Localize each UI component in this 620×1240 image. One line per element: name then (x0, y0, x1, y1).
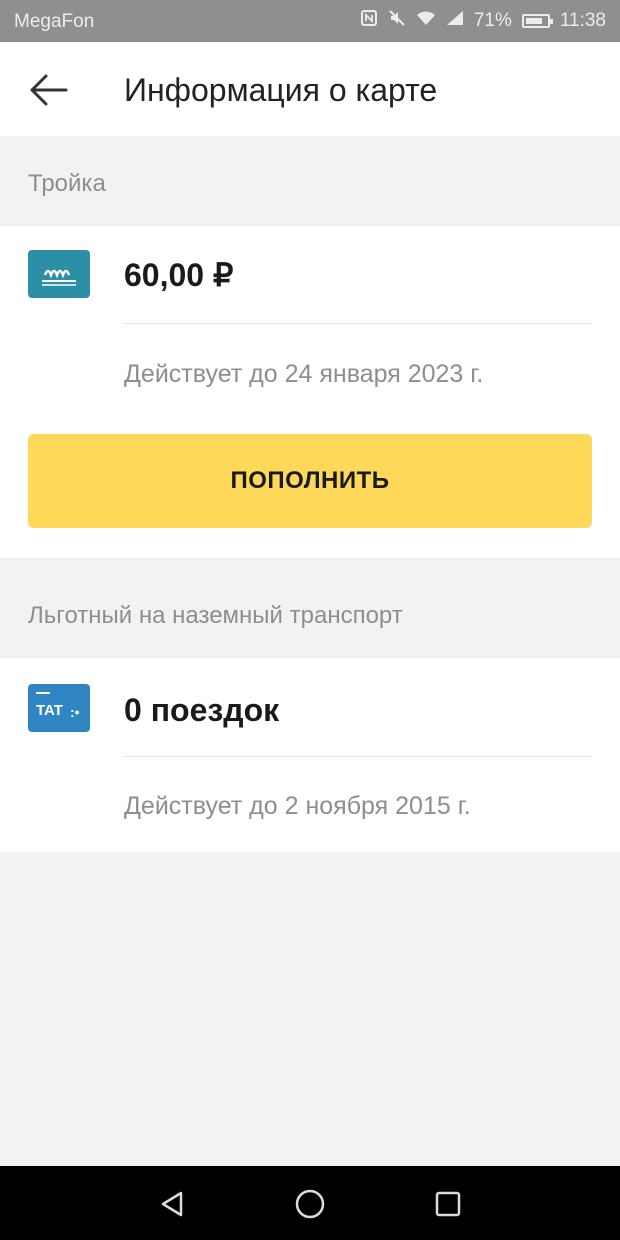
system-nav-bar (0, 1166, 620, 1240)
signal-icon (446, 10, 464, 32)
troika-section-label: Тройка (28, 170, 106, 197)
mute-icon (388, 9, 406, 33)
nfc-icon (360, 9, 378, 33)
battery-percent: 71% (473, 10, 512, 31)
troika-card-icon (28, 250, 90, 298)
app-bar: Информация о карте (0, 42, 620, 136)
benefit-divider (124, 756, 592, 757)
troika-section-header: Тройка (0, 136, 620, 226)
status-icons: 71% 11:38 (360, 9, 606, 33)
transport-card-icon-label: TAT (36, 702, 63, 719)
troika-divider (124, 323, 592, 324)
home-circle-icon (295, 1189, 325, 1219)
page-title: Информация о карте (124, 72, 438, 108)
benefit-section-label: Льготный на наземный транспорт (28, 602, 403, 629)
benefit-valid-until: Действует до 2 ноября 2015 г. (124, 792, 471, 820)
back-triangle-icon (161, 1191, 183, 1217)
nav-recents-button[interactable] (428, 1184, 468, 1224)
recents-square-icon (435, 1191, 461, 1217)
topup-button[interactable]: ПОПОЛНИТЬ (28, 434, 592, 528)
status-bar: MegaFon 71% 11:38 (0, 0, 620, 42)
transport-card-icon: TAT :• (28, 684, 90, 732)
wifi-icon (416, 10, 436, 32)
troika-card: 60,00 ₽ Действует до 24 января 2023 г. П… (0, 226, 620, 558)
clock: 11:38 (559, 10, 606, 31)
arrow-left-icon (30, 74, 68, 106)
benefit-trips: 0 поездок (124, 692, 280, 728)
nav-back-button[interactable] (152, 1184, 192, 1224)
nav-home-button[interactable] (290, 1184, 330, 1224)
carrier-name: MegaFon (14, 11, 95, 32)
troika-balance: 60,00 ₽ (124, 257, 234, 293)
benefit-section-header: Льготный на наземный транспорт (0, 558, 620, 658)
back-button[interactable] (22, 64, 74, 116)
benefit-card: TAT :• 0 поездок Действует до 2 ноября 2… (0, 658, 620, 852)
troika-valid-until: Действует до 24 января 2023 г. (124, 360, 484, 388)
battery-icon (521, 14, 553, 28)
